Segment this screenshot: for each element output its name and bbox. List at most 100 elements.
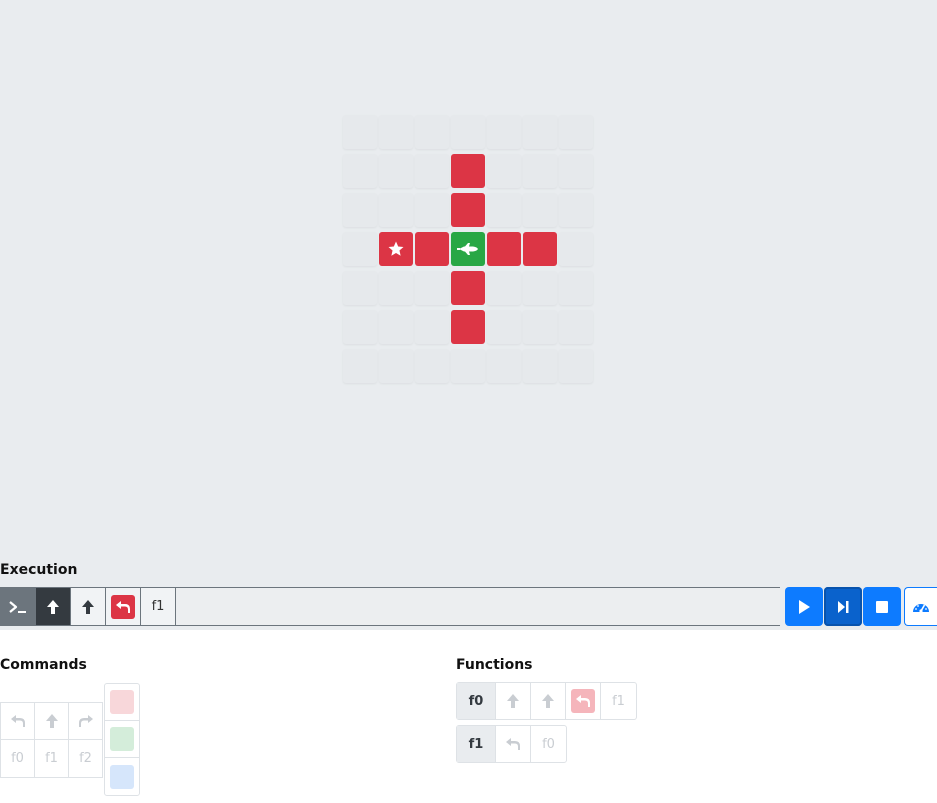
game-grid [343,115,593,383]
grid-cell-red [523,232,557,266]
grid-cell-red [451,271,485,305]
play-button[interactable] [785,587,823,626]
grid-cell-empty [523,193,557,227]
grid-cell-empty [487,310,521,344]
color-green-option[interactable] [105,721,139,758]
grid-cell-empty [343,193,377,227]
grid-cell-empty [379,115,413,149]
grid-cell-red [415,232,449,266]
grid-cell-empty [451,349,485,383]
play-icon [799,599,810,614]
function-f0-slot-3[interactable] [566,683,601,719]
step-button[interactable] [824,587,862,626]
grid-cell-empty [379,349,413,383]
arrow-up-icon [47,599,59,614]
functions-title: Functions [456,657,533,673]
grid-cell-red [487,232,521,266]
grid-cell-empty [343,115,377,149]
grid-cell-empty [415,115,449,149]
grid-cell-empty [559,349,593,383]
grid-cell-red [451,310,485,344]
grid-cell-empty [379,193,413,227]
execution-step-1[interactable] [1,588,36,625]
arrow-up-icon [82,599,94,614]
grid-cell-empty [559,310,593,344]
function-f0-slot-4[interactable]: f1 [601,683,636,719]
execution-step-2[interactable] [36,588,71,625]
stop-button[interactable] [863,587,901,626]
execution-step-5[interactable]: f1 [141,588,176,625]
grid-cell-ship [451,232,485,266]
grid-cell-empty [415,310,449,344]
grid-cell-empty [487,115,521,149]
turn-right-icon [78,715,93,727]
grid-cell-empty [379,154,413,188]
function-f1-slot-2[interactable]: f0 [531,726,566,762]
grid-cell-empty [415,193,449,227]
color-red-option[interactable] [105,684,139,721]
grid-cell-empty [379,271,413,305]
grid-cell-empty [487,154,521,188]
command-turn-left[interactable] [0,703,34,740]
execution-step-label: f1 [151,599,165,614]
grid-cell-empty [523,271,557,305]
grid-cell-empty [559,232,593,266]
grid-cell-empty [343,271,377,305]
function-f0-slot-2[interactable] [531,683,566,719]
arrow-up-icon [542,694,554,708]
red-swatch [110,690,134,714]
commands-title: Commands [0,657,87,673]
color-blue-option[interactable] [105,758,139,795]
execution-title: Execution [0,562,78,578]
turn-left-icon [506,738,520,750]
spaceship-icon [457,243,478,255]
grid-cell-empty [343,310,377,344]
turn-left-icon [116,600,130,613]
function-f0-slot-1[interactable] [496,683,531,719]
grid-cell-empty [415,154,449,188]
function-f0-row: f0 f1 [456,682,637,720]
command-f2[interactable]: f2 [68,740,102,777]
arrow-up-icon [45,714,58,728]
turn-left-icon [576,695,590,707]
grid-cell-empty [415,271,449,305]
terminal-icon [9,600,26,613]
grid-cell-empty [559,115,593,149]
function-f0-label[interactable]: f0 [457,683,496,719]
grid-cell-red [451,193,485,227]
game-board-area [0,0,937,630]
execution-bar: f1 [0,587,780,626]
grid-cell-empty [559,154,593,188]
blue-swatch [110,764,134,789]
speed-button[interactable] [904,587,937,626]
command-f1[interactable]: f1 [34,740,68,777]
grid-cell-empty [523,115,557,149]
speedometer-icon [913,603,929,613]
grid-cell-empty [523,349,557,383]
function-f1-label[interactable]: f1 [457,726,496,762]
grid-cell-empty [343,349,377,383]
grid-cell-empty [559,271,593,305]
execution-step-3[interactable] [71,588,106,625]
grid-cell-empty [487,193,521,227]
execution-step-4[interactable] [106,588,141,625]
grid-cell-empty [559,193,593,227]
color-palette [104,683,140,796]
grid-cell-empty [487,271,521,305]
command-f0[interactable]: f0 [0,740,34,777]
function-f1-slot-1[interactable] [496,726,531,762]
arrow-up-icon [507,694,519,708]
grid-cell-empty [415,349,449,383]
green-swatch [110,727,134,751]
commands-grid: f0 f1 f2 [0,702,103,778]
step-forward-icon [838,600,849,613]
star-icon [388,241,404,256]
turn-left-icon [10,715,25,727]
grid-cell-empty [451,115,485,149]
command-turn-right[interactable] [68,703,102,740]
grid-cell-empty [523,154,557,188]
command-forward[interactable] [34,703,68,740]
grid-cell-star [379,232,413,266]
grid-cell-empty [343,232,377,266]
grid-cell-empty [523,310,557,344]
